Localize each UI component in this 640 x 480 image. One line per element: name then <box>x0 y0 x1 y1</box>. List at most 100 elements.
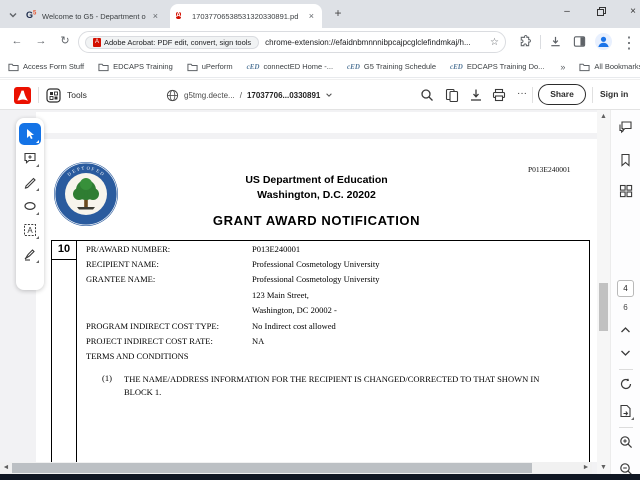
select-tool-button[interactable] <box>19 123 41 145</box>
folder-icon <box>98 63 109 71</box>
address-bar: ← → ↻ A Adobe Acrobat: PDF edit, convert… <box>0 28 640 56</box>
add-comment-tool-button[interactable] <box>19 147 41 169</box>
more-options-icon[interactable]: ··· <box>513 86 531 104</box>
print-icon[interactable] <box>490 86 508 104</box>
bookmark-uperform[interactable]: uPerform <box>187 62 233 72</box>
bookmark-access-form-stuff[interactable]: Access Form Stuff <box>8 62 84 72</box>
folder-icon <box>187 63 198 71</box>
connected-logo: cED <box>246 62 260 71</box>
url-text: chrome-extension://efaidnbmnnnibpcajpcgl… <box>265 37 471 47</box>
horizontal-scroll-thumb[interactable] <box>12 463 532 473</box>
zoom-in-icon[interactable] <box>616 433 636 453</box>
block-number-column <box>76 241 77 462</box>
side-panel-icon[interactable] <box>570 33 588 51</box>
connected-logo: cED <box>450 62 463 71</box>
scroll-up-icon[interactable]: ▲ <box>597 110 610 123</box>
right-panel-rail: 4 6 <box>610 110 640 475</box>
draw-tool-button[interactable] <box>19 171 41 193</box>
divider <box>618 369 633 370</box>
scroll-left-icon[interactable]: ◄ <box>0 462 12 474</box>
next-page-icon[interactable] <box>616 344 636 364</box>
fill-sign-tool-button[interactable] <box>19 243 41 265</box>
vertical-scrollbar[interactable]: ▲ ▼ <box>597 110 610 474</box>
all-bookmarks-button[interactable]: All Bookmarks <box>579 62 640 72</box>
forward-icon[interactable]: → <box>32 33 50 51</box>
submenu-triangle <box>36 188 39 191</box>
extension-chip[interactable]: A Adobe Acrobat: PDF edit, convert, sign… <box>85 35 260 49</box>
document-breadcrumb[interactable]: g5tmg.decte... / 17037706...0330891 <box>166 87 333 103</box>
total-pages-label: 6 <box>623 303 628 312</box>
edit-text-tool-button[interactable]: A <box>19 219 41 241</box>
divider <box>540 35 541 49</box>
bookmarks-overflow-icon[interactable]: » <box>560 62 565 72</box>
bookmarks-bar: Access Form Stuff EDCAPS Training uPerfo… <box>0 56 640 78</box>
chrome-menu-icon[interactable]: ⋮ <box>620 33 638 52</box>
scroll-down-icon[interactable]: ▼ <box>597 461 610 474</box>
taskbar-edge <box>0 474 640 480</box>
submenu-triangle <box>36 260 39 263</box>
adobe-acrobat-logo[interactable] <box>14 87 31 104</box>
submenu-triangle <box>36 164 39 167</box>
comments-panel-icon[interactable] <box>616 118 636 138</box>
bookmark-edcaps-training[interactable]: EDCAPS Training <box>98 62 173 72</box>
download-icon[interactable] <box>467 86 485 104</box>
tools-grid-icon <box>46 87 61 103</box>
scroll-right-icon[interactable]: ► <box>580 462 592 474</box>
divider <box>592 87 593 103</box>
page-3-bottom <box>36 112 597 133</box>
divider <box>618 427 633 428</box>
reload-icon[interactable]: ↻ <box>56 33 74 51</box>
acrobat-toolbar: Tools g5tmg.decte... / 17037706...033089… <box>0 79 640 110</box>
fit-page-icon[interactable] <box>616 402 636 422</box>
signature-pen-icon <box>24 248 35 261</box>
tab-close-icon[interactable]: × <box>307 11 316 21</box>
downloads-icon[interactable] <box>546 33 564 51</box>
window-close-button[interactable]: × <box>618 0 640 26</box>
back-icon[interactable]: ← <box>8 33 26 51</box>
window-minimize-button[interactable]: – <box>552 0 582 26</box>
breadcrumb-filename: 17037706...0330891 <box>246 90 321 100</box>
profile-avatar[interactable] <box>595 33 612 50</box>
folder-icon <box>8 63 19 71</box>
copy-icon[interactable] <box>443 86 461 104</box>
extensions-icon[interactable] <box>515 33 533 51</box>
shape-tool-button[interactable] <box>19 195 41 217</box>
acrobat-tool-palette: A <box>16 118 44 290</box>
omnibox[interactable]: A Adobe Acrobat: PDF edit, convert, sign… <box>78 31 506 53</box>
page-thumbnails-icon[interactable] <box>616 182 636 202</box>
terms-heading: TERMS AND CONDITIONS <box>86 351 189 361</box>
bookmark-g5-training-schedule[interactable]: cED G5 Training Schedule <box>347 62 436 71</box>
acrobat-chip-icon: A <box>93 37 101 47</box>
search-icon[interactable] <box>418 86 436 104</box>
new-tab-button[interactable]: + <box>330 6 346 22</box>
breadcrumb-separator: / <box>239 90 242 100</box>
horizontal-scrollbar[interactable]: ◄ ► <box>0 462 592 474</box>
tab-close-icon[interactable]: × <box>151 11 160 21</box>
tab-g5-welcome[interactable]: G5 Welcome to G5 - Department o × <box>20 4 166 28</box>
svg-text:A: A <box>27 226 33 235</box>
bookmark-star-icon[interactable]: ☆ <box>490 37 499 48</box>
tab-pdf-active[interactable]: A 17037706538531320330891.pd × <box>170 4 322 28</box>
tab-title: Welcome to G5 - Department o <box>42 11 146 21</box>
sign-in-button[interactable]: Sign in <box>600 89 628 99</box>
window-restore-button[interactable] <box>586 0 616 26</box>
share-button[interactable]: Share <box>538 84 586 105</box>
bookmark-connected-home[interactable]: cED connectED Home -... <box>247 62 333 71</box>
bookmarks-panel-icon[interactable] <box>616 151 636 171</box>
submenu-triangle <box>630 417 634 420</box>
vertical-scroll-thumb[interactable] <box>599 283 608 331</box>
tab-strip: G5 Welcome to G5 - Department o × A 1703… <box>0 0 640 28</box>
tools-button[interactable]: Tools <box>46 86 87 104</box>
folder-icon <box>579 63 591 71</box>
tab-search-icon[interactable] <box>6 8 20 22</box>
previous-page-icon[interactable] <box>616 321 636 341</box>
chip-label: Adobe Acrobat: PDF edit, convert, sign t… <box>104 37 252 47</box>
current-page-input[interactable]: 4 <box>617 280 634 297</box>
cursor-icon <box>27 128 34 139</box>
globe-icon <box>166 89 179 101</box>
block-number: 10 <box>52 241 76 260</box>
chevron-down-icon <box>326 93 333 97</box>
rotate-page-icon[interactable] <box>616 375 636 395</box>
bookmark-edcaps-training-do[interactable]: cED EDCAPS Training Do... <box>450 62 544 71</box>
agency-line-2: Washington, D.C. 20202 <box>257 189 376 201</box>
